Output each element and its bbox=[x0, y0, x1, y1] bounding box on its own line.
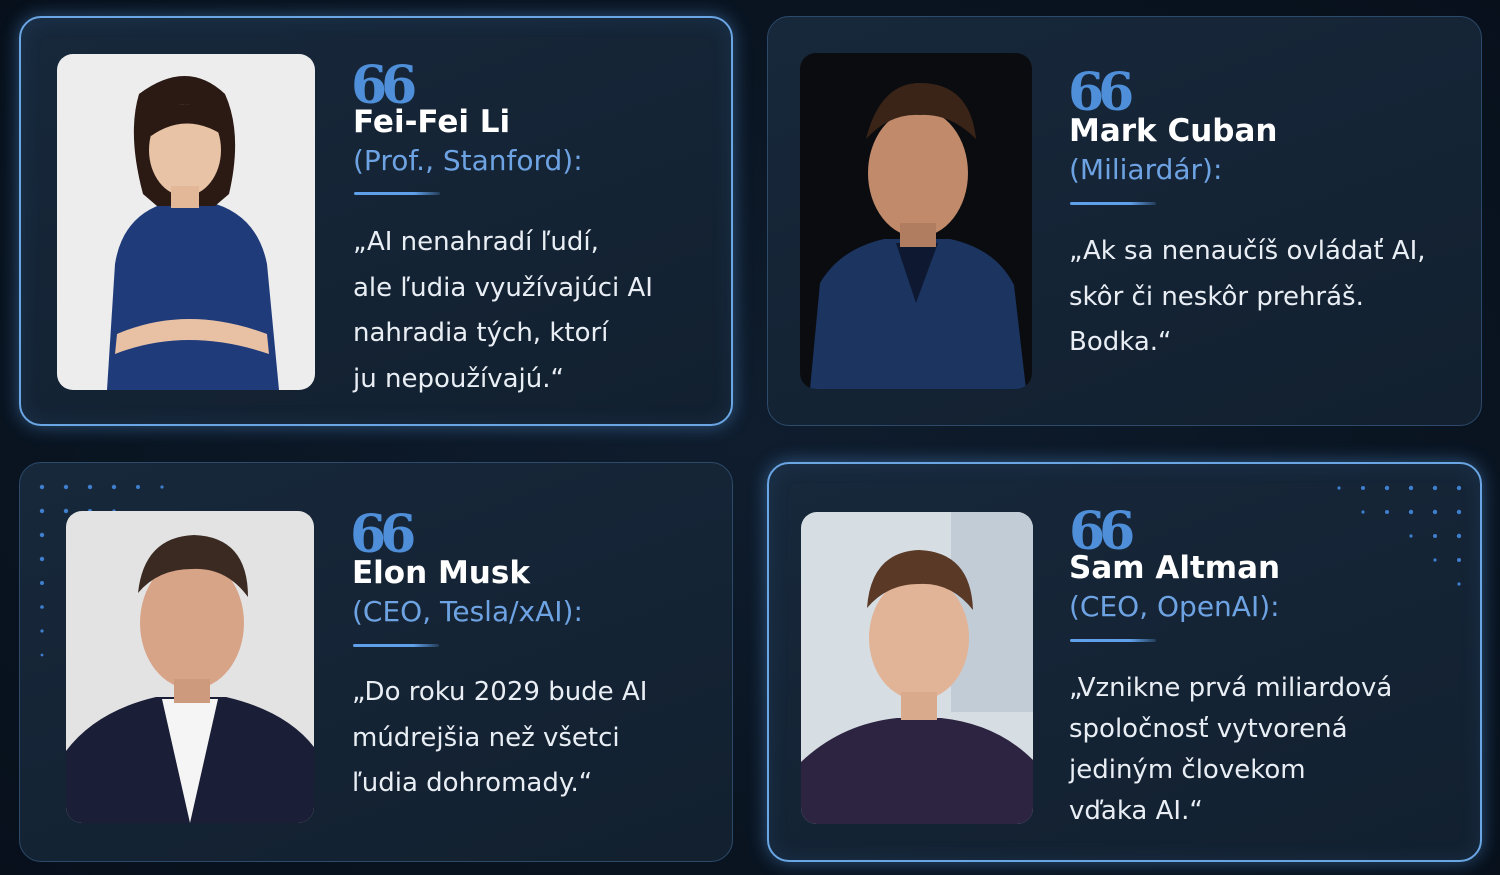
person-name: Elon Musk bbox=[352, 555, 530, 591]
quote-text: „Ak sa nenaučíš ovládať AI, skôr či nesk… bbox=[1069, 229, 1426, 366]
quote-line: spoločnosť vytvorená bbox=[1069, 714, 1348, 744]
quote-card-sam-altman: 66 Sam Altman (CEO, OpenAI): „Vznikne pr… bbox=[767, 462, 1482, 862]
quote-line: ju nepoužívajú.“ bbox=[353, 363, 564, 394]
quote-line: „Ak sa nenaučíš ovládať AI, bbox=[1069, 236, 1426, 266]
quote-card-elon-musk: 66 Elon Musk (CEO, Tesla/xAI): „Do roku … bbox=[19, 462, 733, 862]
quote-line: jediným človekom bbox=[1069, 755, 1306, 785]
quote-mark-icon: 66 bbox=[1068, 62, 1134, 123]
person-name: Sam Altman bbox=[1069, 550, 1281, 586]
quote-line: „AI nenahradí ľudí, bbox=[353, 227, 599, 257]
quote-card-mark-cuban: 66 Mark Cuban (Miliardár): „Ak sa nenauč… bbox=[767, 16, 1482, 426]
quote-line: nahradia tých, ktorí bbox=[353, 318, 609, 348]
portrait-photo-mark-cuban bbox=[800, 53, 1032, 389]
accent-divider bbox=[353, 644, 439, 647]
quote-line: ľudia dohromady.“ bbox=[352, 768, 593, 798]
quote-text: „Do roku 2029 bude AI múdrejšia než všet… bbox=[352, 670, 647, 807]
quote-text: „AI nenahradí ľudí, ale ľudia využívajúc… bbox=[353, 220, 653, 402]
quote-card-fei-fei-li: 66 Fei-Fei Li (Prof., Stanford): „AI nen… bbox=[19, 16, 733, 426]
accent-divider bbox=[354, 192, 440, 195]
quote-line: ale ľudia využívajúci AI bbox=[353, 272, 653, 303]
decorative-dot-grid bbox=[1337, 485, 1462, 586]
quote-line: skôr či neskôr prehráš. bbox=[1069, 281, 1364, 312]
person-role: (Miliardár): bbox=[1069, 153, 1223, 186]
quote-mark-icon: 66 bbox=[350, 504, 416, 565]
person-name: Mark Cuban bbox=[1069, 113, 1278, 149]
person-role: (CEO, OpenAI): bbox=[1069, 590, 1280, 623]
quote-line: „Do roku 2029 bude AI bbox=[352, 677, 648, 707]
portrait-photo-fei-fei-li bbox=[57, 54, 315, 390]
accent-divider bbox=[1070, 202, 1156, 205]
person-role: (Prof., Stanford): bbox=[353, 144, 583, 177]
person-role: (CEO, Tesla/xAI): bbox=[352, 595, 583, 628]
accent-divider bbox=[1070, 639, 1156, 642]
quote-line: vďaka AI.“ bbox=[1069, 796, 1203, 826]
quote-line: múdrejšia než všetci bbox=[352, 722, 620, 753]
quote-text: „Vznikne prvá miliardová spoločnosť vytv… bbox=[1069, 668, 1392, 832]
portrait-photo-sam-altman bbox=[801, 512, 1033, 824]
quote-line: „Vznikne prvá miliardová bbox=[1069, 673, 1393, 703]
person-name: Fei-Fei Li bbox=[353, 104, 511, 140]
quote-line: Bodka.“ bbox=[1069, 327, 1172, 357]
portrait-photo-elon-musk bbox=[66, 511, 314, 823]
